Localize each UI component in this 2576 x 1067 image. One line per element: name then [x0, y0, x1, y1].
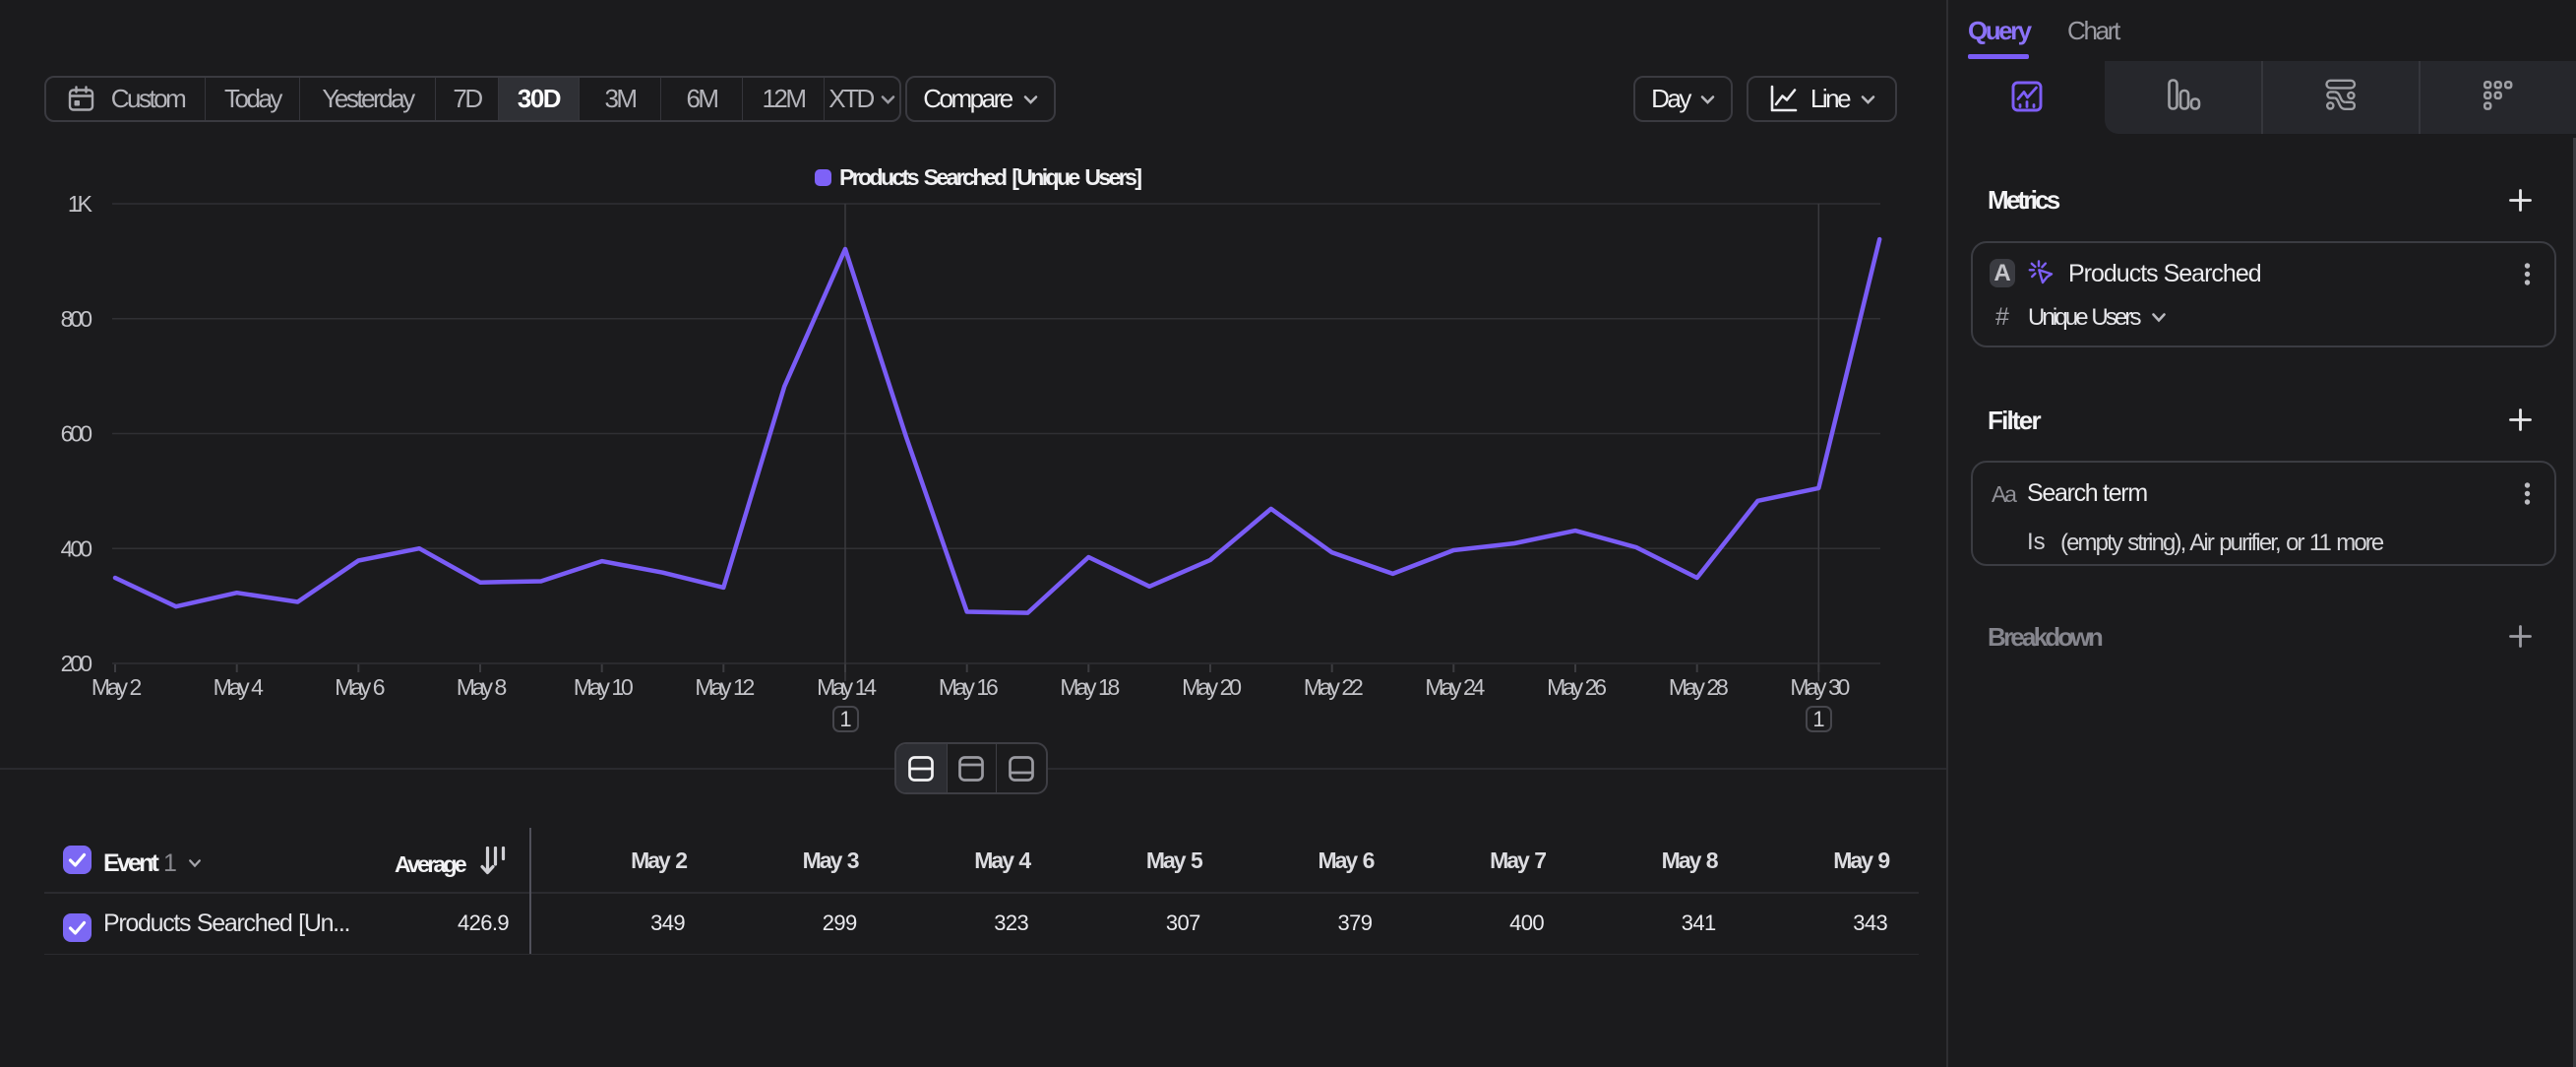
svg-text:May 20: May 20: [1182, 674, 1241, 700]
svg-text:May 16: May 16: [939, 674, 998, 700]
svg-text:600: 600: [61, 421, 92, 447]
svg-text:May 2: May 2: [92, 674, 142, 700]
svg-text:May 24: May 24: [1425, 674, 1485, 700]
svg-text:May 30: May 30: [1790, 674, 1849, 700]
svg-text:May 6: May 6: [335, 674, 385, 700]
svg-text:May 18: May 18: [1060, 674, 1119, 700]
svg-text:May 10: May 10: [574, 674, 633, 700]
svg-text:May 12: May 12: [695, 674, 754, 700]
svg-text:200: 200: [61, 651, 92, 676]
svg-text:May 8: May 8: [457, 674, 507, 700]
svg-text:800: 800: [61, 306, 92, 332]
svg-text:May 26: May 26: [1547, 674, 1606, 700]
svg-text:May 4: May 4: [214, 674, 265, 700]
svg-text:1K: 1K: [68, 191, 93, 217]
svg-text:400: 400: [61, 535, 92, 561]
svg-text:May 22: May 22: [1304, 674, 1363, 700]
svg-text:May 28: May 28: [1669, 674, 1728, 700]
svg-text:May 14: May 14: [817, 674, 877, 700]
